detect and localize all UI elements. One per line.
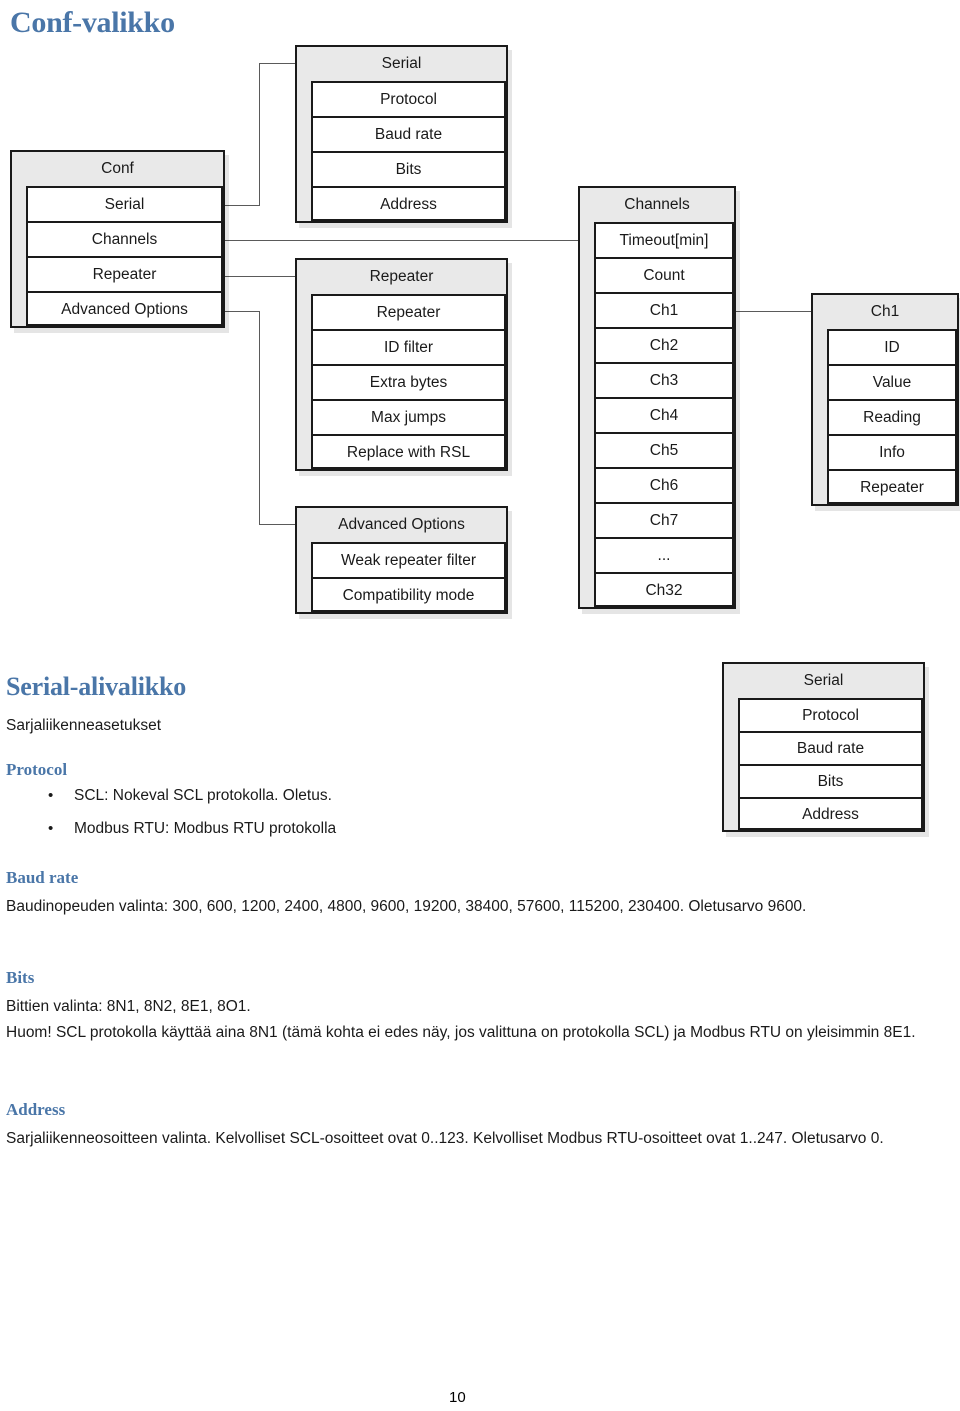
connector-line <box>259 311 260 524</box>
protocol-bullet-label: SCL: Nokeval SCL protokolla. Oletus. <box>74 787 332 804</box>
menu-row-compatibility-mode[interactable]: Compatibility mode <box>311 577 506 612</box>
menu-row-protocol[interactable]: Protocol <box>738 698 923 731</box>
menu-box-rows: Weak repeater filter Compatibility mode <box>311 542 506 612</box>
menu-row-ch32[interactable]: Ch32 <box>594 572 734 607</box>
menu-row-ch7[interactable]: Ch7 <box>594 502 734 537</box>
menu-row-reading[interactable]: Reading <box>827 399 957 434</box>
menu-box-header: Advanced Options <box>297 508 506 542</box>
menu-row-repeater[interactable]: Repeater <box>311 294 506 329</box>
menu-row-protocol[interactable]: Protocol <box>311 81 506 116</box>
bullet-icon: • <box>48 787 54 804</box>
menu-row-advanced-options[interactable]: Advanced Options <box>26 291 223 326</box>
menu-row-bits[interactable]: Bits <box>311 151 506 186</box>
menu-box-channels[interactable]: Channels Timeout[min] Count Ch1 Ch2 Ch3 … <box>578 186 736 609</box>
menu-row-baud-rate[interactable]: Baud rate <box>311 116 506 151</box>
conf-menu-diagram: Conf Serial Channels Repeater Advanced O… <box>0 0 960 640</box>
page-number: 10 <box>449 1389 466 1406</box>
menu-box-rows: Serial Channels Repeater Advanced Option… <box>26 186 223 326</box>
menu-row-repeater[interactable]: Repeater <box>827 469 957 504</box>
menu-box-serial-side[interactable]: Serial Protocol Baud rate Bits Address <box>722 662 925 832</box>
menu-row-ch6[interactable]: Ch6 <box>594 467 734 502</box>
menu-box-header: Channels <box>580 188 734 222</box>
menu-box-rows: Protocol Baud rate Bits Address <box>738 698 923 830</box>
menu-row-max-jumps[interactable]: Max jumps <box>311 399 506 434</box>
menu-row-ch2[interactable]: Ch2 <box>594 327 734 362</box>
menu-box-rows: ID Value Reading Info Repeater <box>827 329 957 504</box>
connector-line <box>225 311 260 312</box>
menu-row-ch3[interactable]: Ch3 <box>594 362 734 397</box>
bits-paragraph-1: Bittien valinta: 8N1, 8N2, 8E1, 8O1. <box>6 998 251 1015</box>
menu-row-id-filter[interactable]: ID filter <box>311 329 506 364</box>
connector-line <box>225 276 297 277</box>
menu-row-weak-repeater-filter[interactable]: Weak repeater filter <box>311 542 506 577</box>
menu-row-id[interactable]: ID <box>827 329 957 364</box>
menu-row-repeater[interactable]: Repeater <box>26 256 223 291</box>
connector-line <box>736 311 811 312</box>
address-paragraph: Sarjaliikenneosoitteen valinta. Kelvolli… <box>6 1130 884 1147</box>
menu-box-header: Serial <box>724 664 923 698</box>
bits-paragraph-2: Huom! SCL protokolla käyttää aina 8N1 (t… <box>6 1024 916 1041</box>
menu-box-channel-detail[interactable]: Ch1 ID Value Reading Info Repeater <box>811 293 959 506</box>
menu-box-repeater[interactable]: Repeater Repeater ID filter Extra bytes … <box>295 258 508 471</box>
menu-box-header: Serial <box>297 47 506 81</box>
bits-heading: Bits <box>6 968 35 987</box>
menu-box-rows: Repeater ID filter Extra bytes Max jumps… <box>311 294 506 469</box>
menu-row-ch1[interactable]: Ch1 <box>594 292 734 327</box>
menu-box-header: Repeater <box>297 260 506 294</box>
menu-row-info[interactable]: Info <box>827 434 957 469</box>
menu-row-ch5[interactable]: Ch5 <box>594 432 734 467</box>
menu-box-serial[interactable]: Serial Protocol Baud rate Bits Address <box>295 45 508 223</box>
baud-rate-paragraph: Baudinopeuden valinta: 300, 600, 1200, 2… <box>6 898 807 915</box>
menu-row-address[interactable]: Address <box>311 186 506 221</box>
menu-row-value[interactable]: Value <box>827 364 957 399</box>
menu-box-advanced-options[interactable]: Advanced Options Weak repeater filter Co… <box>295 506 508 614</box>
menu-row-bits[interactable]: Bits <box>738 764 923 797</box>
connector-line <box>225 205 260 206</box>
protocol-bullet-label: Modbus RTU: Modbus RTU protokolla <box>74 820 337 837</box>
menu-row-count[interactable]: Count <box>594 257 734 292</box>
menu-row-ellipsis: ... <box>594 537 734 572</box>
menu-box-header: Conf <box>12 152 223 186</box>
protocol-heading: Protocol <box>6 760 68 779</box>
menu-box-header: Ch1 <box>813 295 957 329</box>
serial-section-subtitle: Sarjaliikenneasetukset <box>6 717 162 734</box>
bullet-icon: • <box>48 820 54 837</box>
menu-box-conf[interactable]: Conf Serial Channels Repeater Advanced O… <box>10 150 225 328</box>
menu-row-serial[interactable]: Serial <box>26 186 223 221</box>
connector-line <box>259 524 297 525</box>
baud-rate-heading: Baud rate <box>6 868 79 887</box>
menu-box-rows: Protocol Baud rate Bits Address <box>311 81 506 221</box>
menu-row-baud-rate[interactable]: Baud rate <box>738 731 923 764</box>
connector-line <box>259 63 260 205</box>
connector-line <box>259 63 297 64</box>
menu-row-ch4[interactable]: Ch4 <box>594 397 734 432</box>
menu-row-replace-with-rsl[interactable]: Replace with RSL <box>311 434 506 469</box>
serial-section-heading: Serial-alivalikko <box>6 672 187 701</box>
menu-row-extra-bytes[interactable]: Extra bytes <box>311 364 506 399</box>
menu-row-timeout[interactable]: Timeout[min] <box>594 222 734 257</box>
connector-line <box>225 240 579 241</box>
menu-row-address[interactable]: Address <box>738 797 923 830</box>
address-heading: Address <box>6 1100 66 1119</box>
menu-box-rows: Timeout[min] Count Ch1 Ch2 Ch3 Ch4 Ch5 C… <box>594 222 734 607</box>
menu-row-channels[interactable]: Channels <box>26 221 223 256</box>
